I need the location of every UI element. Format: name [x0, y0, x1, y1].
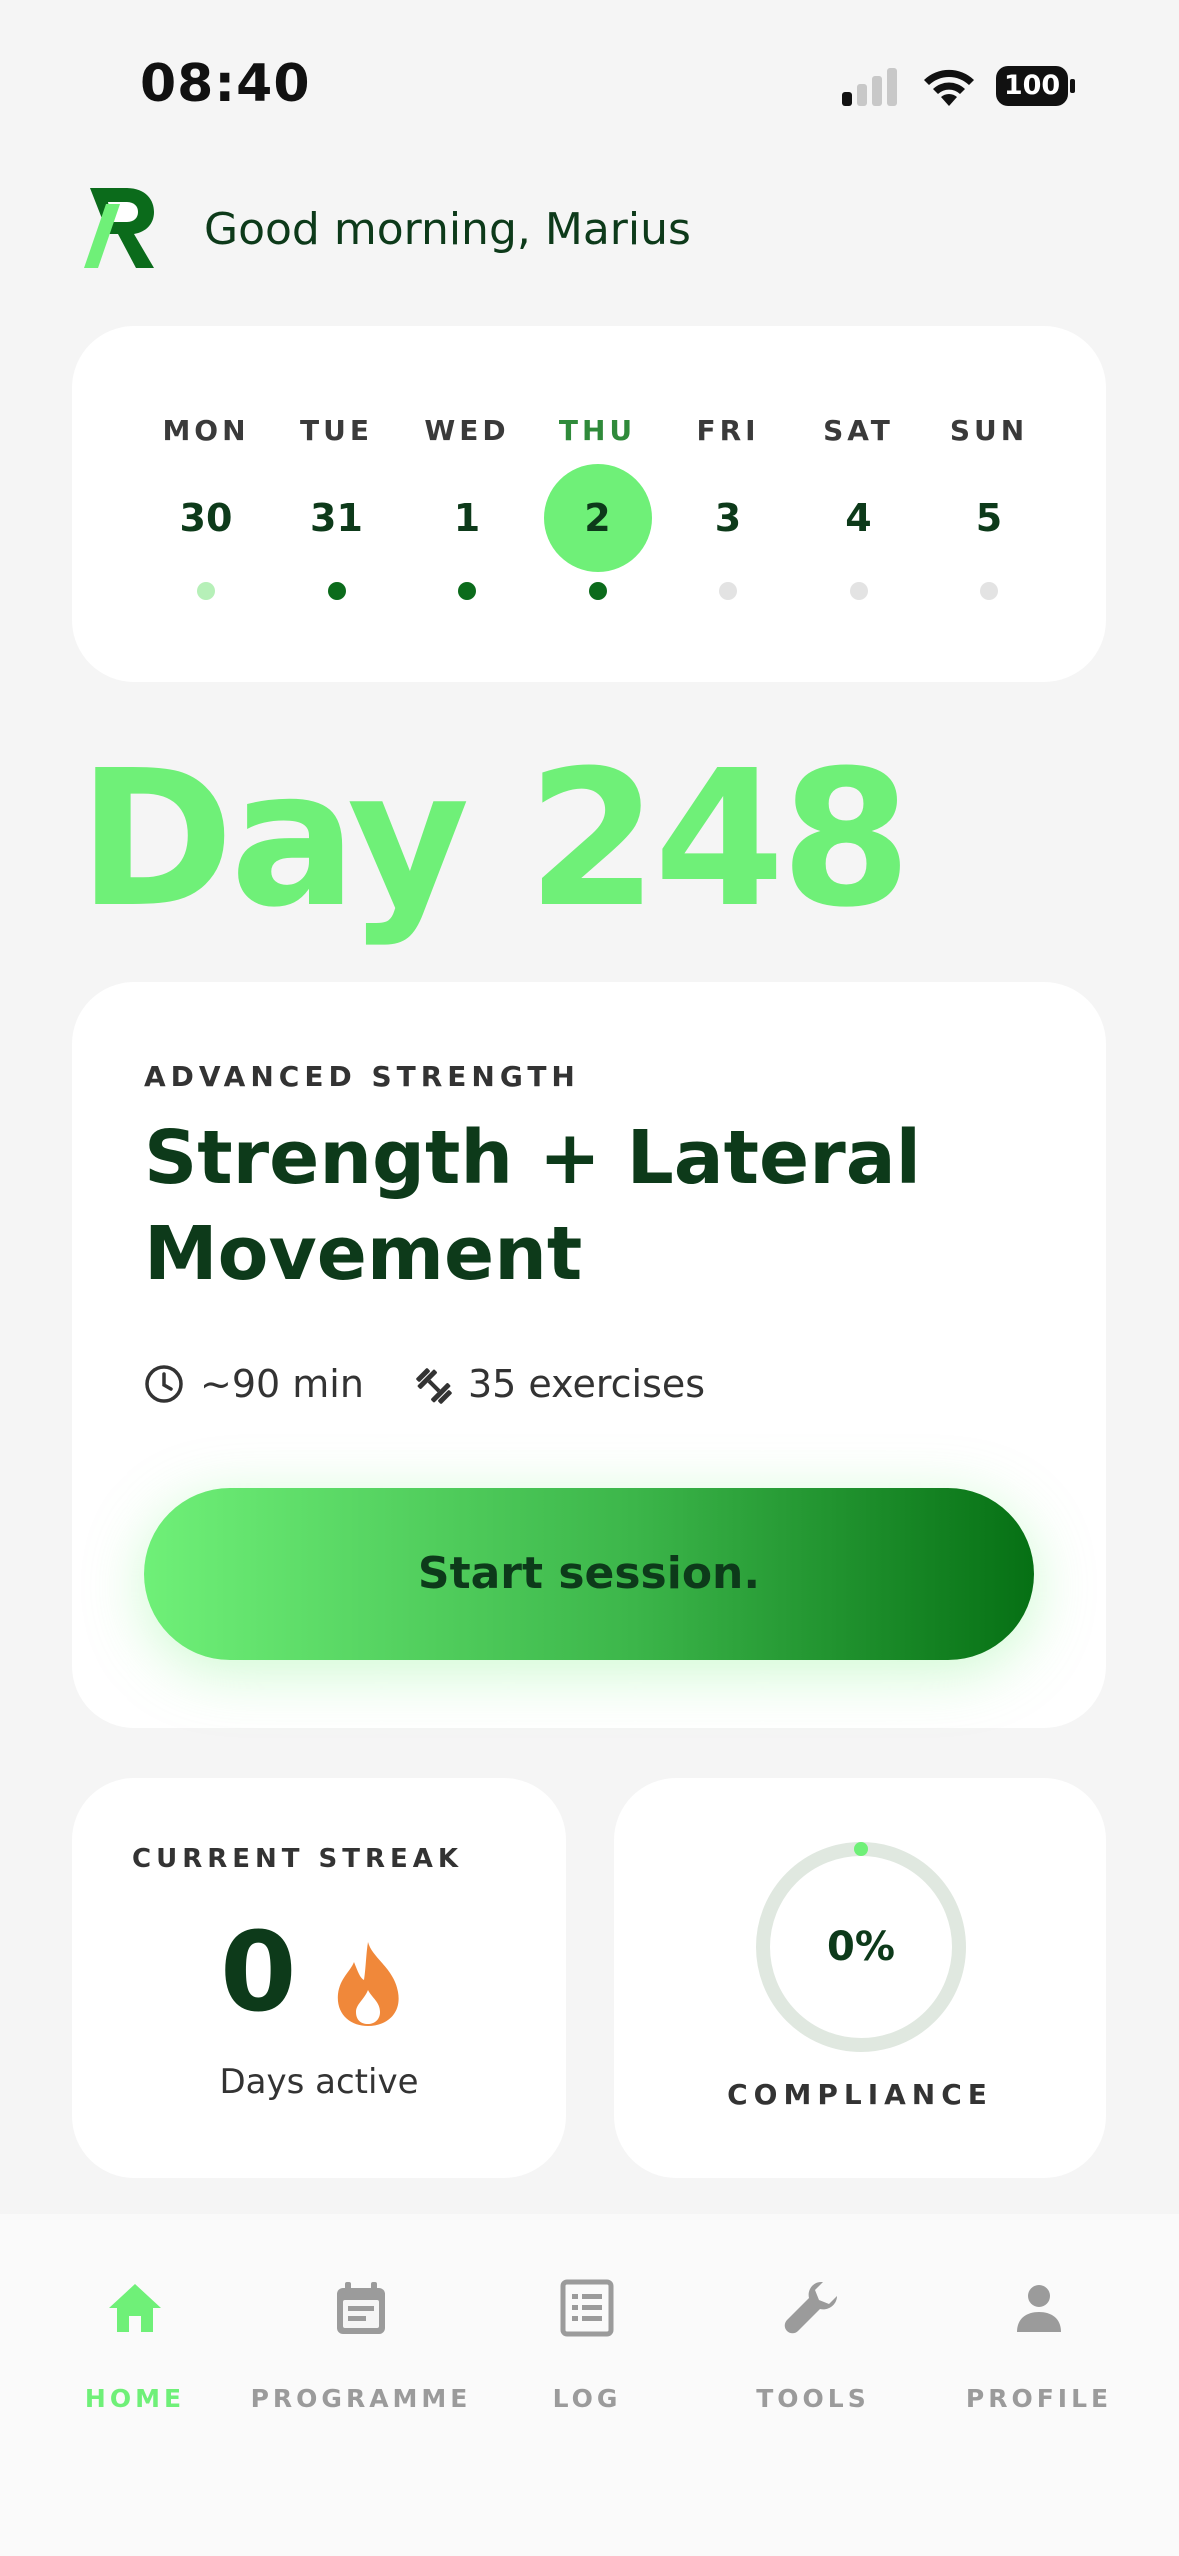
- calendar-weekday: SAT: [823, 414, 894, 447]
- tab-label: TOOLS: [756, 2384, 870, 2413]
- calendar-day-wed[interactable]: WED 1: [407, 326, 527, 682]
- calendar-status-dot: [458, 582, 476, 600]
- tab-label: LOG: [552, 2384, 622, 2413]
- compliance-card: 0% COMPLIANCE: [614, 1778, 1106, 2178]
- session-category: ADVANCED STRENGTH: [144, 1060, 580, 1093]
- calendar-date: 3: [714, 496, 742, 540]
- streak-subtitle: Days active: [219, 2062, 419, 2102]
- calendar-date: 5: [975, 496, 1003, 540]
- calendar-weekday: TUE: [300, 414, 373, 447]
- flame-icon: [337, 1942, 399, 2026]
- clock-icon: [145, 1365, 183, 1403]
- calendar-weekday: WED: [424, 414, 510, 447]
- calendar-date: 30: [179, 496, 233, 540]
- list-icon: [560, 2279, 614, 2337]
- home-icon: [109, 2284, 161, 2332]
- compliance-label: COMPLIANCE: [727, 2078, 993, 2111]
- start-session-button[interactable]: Start session.: [144, 1488, 1034, 1660]
- calendar-status-dot: [327, 582, 346, 600]
- calendar-date: 2: [543, 464, 652, 572]
- calendar-day-thu[interactable]: THU 2: [538, 326, 658, 682]
- calendar-icon: [337, 2282, 385, 2334]
- calendar-day-fri[interactable]: FRI 3: [668, 326, 788, 682]
- header: Good morning, Marius: [84, 186, 1084, 270]
- wrench-icon: [784, 2282, 837, 2334]
- calendar-day-tue[interactable]: TUE 31: [277, 326, 397, 682]
- calendar-day-mon[interactable]: MON 30: [146, 326, 266, 682]
- tab-label: PROFILE: [965, 2384, 1113, 2413]
- tab-label: HOME: [84, 2384, 186, 2413]
- tab-programme[interactable]: PROGRAMME: [248, 2274, 474, 2434]
- calendar-status-dot: [588, 582, 607, 600]
- calendar-weekday: SUN: [949, 414, 1029, 447]
- duration-text: ~90 min: [200, 1362, 364, 1406]
- signal-icon: [842, 66, 902, 106]
- calendar-day-sat[interactable]: SAT 4: [799, 326, 919, 682]
- wifi-icon: [924, 69, 974, 106]
- streak-value: 0: [220, 1908, 297, 2036]
- week-calendar: MON 30 TUE 31 WED 1 THU 2 FRI 3 SAT 4 SUN 5: [72, 326, 1106, 682]
- calendar-date: 31: [310, 496, 363, 540]
- battery-icon: 100: [996, 66, 1076, 106]
- calendar-date: 1: [453, 496, 481, 540]
- status-bar: 08:40 100: [0, 0, 1179, 170]
- exercises-text: 35 exercises: [468, 1362, 706, 1406]
- calendar-weekday: FRI: [696, 414, 760, 447]
- session-exercises: 35 exercises: [412, 1360, 812, 1408]
- streak-label: CURRENT STREAK: [132, 1844, 464, 1874]
- session-duration: ~90 min: [144, 1360, 364, 1408]
- status-time: 08:40: [140, 54, 311, 114]
- calendar-status-dot: [719, 582, 737, 600]
- session-card: ADVANCED STRENGTH Strength + Lateral Mov…: [72, 982, 1106, 1728]
- compliance-value: 0%: [827, 1924, 895, 1970]
- calendar-day-sun[interactable]: SUN 5: [929, 326, 1049, 682]
- tab-profile[interactable]: PROFILE: [926, 2274, 1152, 2434]
- tab-home[interactable]: HOME: [22, 2274, 248, 2434]
- calendar-weekday: MON: [162, 414, 250, 447]
- tab-bar: HOME PROGRAMME LOG TOOLS PROFILE: [0, 2214, 1179, 2556]
- tab-tools[interactable]: TOOLS: [700, 2274, 926, 2434]
- calendar-status-dot: [197, 582, 215, 600]
- dumbbell-icon: [416, 1368, 452, 1404]
- day-counter: Day 248: [78, 730, 912, 949]
- tab-log[interactable]: LOG: [474, 2274, 700, 2434]
- greeting: Good morning, Marius: [204, 204, 691, 255]
- app-logo: [84, 188, 154, 268]
- calendar-weekday: THU: [558, 414, 637, 447]
- person-icon: [1017, 2285, 1061, 2332]
- calendar-status-dot: [980, 582, 998, 600]
- tab-label: PROGRAMME: [250, 2384, 472, 2413]
- calendar-date: 4: [845, 496, 872, 540]
- battery-level: 100: [996, 66, 1068, 106]
- session-title: Strength + Lateral Movement: [144, 1115, 922, 1297]
- calendar-status-dot: [849, 582, 868, 600]
- streak-card: CURRENT STREAK 0 Days active: [72, 1778, 566, 2178]
